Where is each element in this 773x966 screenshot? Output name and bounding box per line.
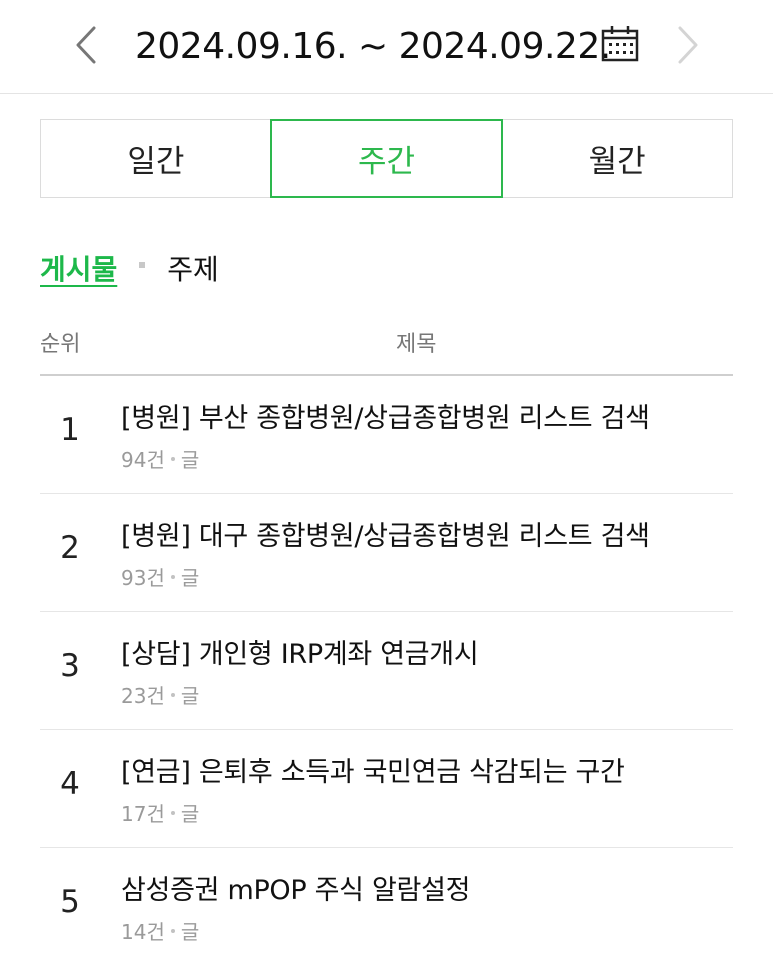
post-type: 글 bbox=[180, 684, 200, 708]
rank-column-header: 순위 bbox=[40, 332, 81, 357]
rank-number: 1 bbox=[60, 412, 80, 448]
period-tabs: 일간 주간 월간 bbox=[40, 119, 733, 198]
chevron-right-icon bbox=[678, 26, 698, 64]
post-title[interactable]: 삼성증권 mPOP 주식 알람설정 bbox=[121, 868, 470, 907]
date-header: 2024.09.16. ~ 2024.09.22. bbox=[0, 0, 773, 94]
tab-daily[interactable]: 일간 bbox=[41, 120, 271, 197]
rank-number: 4 bbox=[60, 766, 80, 802]
list-item[interactable]: 3 [상담] 개인형 IRP계좌 연금개시 23건 글 bbox=[40, 612, 733, 730]
table-header: 순위 제목 bbox=[40, 320, 733, 376]
post-title[interactable]: [병원] 대구 종합병원/상급종합병원 리스트 검색 bbox=[121, 514, 650, 553]
meta-dot bbox=[170, 929, 175, 933]
list-item[interactable]: 1 [병원] 부산 종합병원/상급종합병원 리스트 검색 94건 글 bbox=[40, 376, 733, 494]
date-range-text: 2024.09.16. ~ 2024.09.22. bbox=[135, 26, 611, 67]
prev-week-button[interactable] bbox=[70, 24, 100, 66]
rank-number: 5 bbox=[60, 884, 80, 920]
tab-posts[interactable]: 게시물 bbox=[40, 250, 117, 290]
post-count: 17건 bbox=[121, 802, 165, 826]
post-title[interactable]: [상담] 개인형 IRP계좌 연금개시 bbox=[121, 632, 479, 671]
rank-number: 2 bbox=[60, 530, 80, 566]
list-item[interactable]: 2 [병원] 대구 종합병원/상급종합병원 리스트 검색 93건 글 bbox=[40, 494, 733, 612]
ranking-list: 1 [병원] 부산 종합병원/상급종합병원 리스트 검색 94건 글 2 [병원]… bbox=[40, 376, 733, 966]
meta-dot bbox=[170, 811, 175, 815]
post-count: 93건 bbox=[121, 566, 165, 590]
calendar-button[interactable] bbox=[600, 24, 640, 64]
chevron-left-icon bbox=[76, 26, 96, 64]
meta-dot bbox=[170, 575, 175, 579]
meta-dot bbox=[170, 693, 175, 697]
title-column-header: 제목 bbox=[396, 332, 437, 357]
list-item[interactable]: 5 삼성증권 mPOP 주식 알람설정 14건 글 bbox=[40, 848, 733, 966]
calendar-icon bbox=[601, 26, 639, 62]
post-meta: 94건 글 bbox=[121, 444, 199, 473]
post-type: 글 bbox=[180, 802, 200, 826]
tab-monthly[interactable]: 월간 bbox=[502, 120, 732, 197]
post-type: 글 bbox=[180, 920, 200, 944]
post-meta: 23건 글 bbox=[121, 680, 199, 709]
tab-topics[interactable]: 주제 bbox=[167, 250, 219, 290]
post-meta: 14건 글 bbox=[121, 916, 199, 945]
post-type: 글 bbox=[180, 448, 200, 472]
content-type-tabs: 게시물 주제 bbox=[40, 248, 219, 292]
tab-weekly[interactable]: 주간 bbox=[269, 119, 504, 198]
next-week-button[interactable] bbox=[674, 24, 704, 66]
list-item[interactable]: 4 [연금] 은퇴후 소득과 국민연금 삭감되는 구간 17건 글 bbox=[40, 730, 733, 848]
post-count: 94건 bbox=[121, 448, 165, 472]
meta-dot bbox=[170, 457, 175, 461]
post-meta: 93건 글 bbox=[121, 562, 199, 591]
rank-number: 3 bbox=[60, 648, 80, 684]
post-meta: 17건 글 bbox=[121, 798, 199, 827]
post-type: 글 bbox=[180, 566, 200, 590]
tab-separator bbox=[139, 262, 146, 268]
post-title[interactable]: [연금] 은퇴후 소득과 국민연금 삭감되는 구간 bbox=[121, 750, 625, 789]
post-title[interactable]: [병원] 부산 종합병원/상급종합병원 리스트 검색 bbox=[121, 396, 650, 435]
post-count: 14건 bbox=[121, 920, 165, 944]
post-count: 23건 bbox=[121, 684, 165, 708]
